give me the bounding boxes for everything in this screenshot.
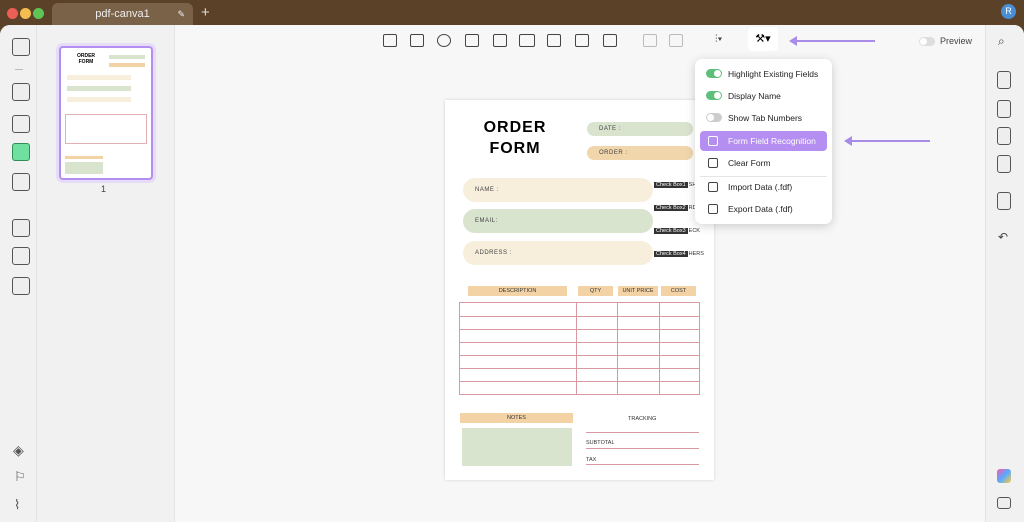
toggle[interactable] — [706, 113, 722, 122]
column-header: DESCRIPTION — [468, 286, 567, 296]
convert-icon[interactable] — [12, 247, 30, 265]
page-number-label: 1 — [101, 184, 106, 194]
toggle[interactable] — [706, 69, 722, 78]
menu-item-form-field-recognition[interactable]: Form Field Recognition — [700, 131, 827, 151]
menu-item-clear-form[interactable]: Clear Form — [700, 153, 827, 173]
page-thumbnail[interactable]: ORDER FORM — [59, 46, 153, 180]
radio-button-tool-icon[interactable] — [437, 34, 451, 47]
signature-tool-icon[interactable] — [603, 34, 617, 47]
new-tab-button[interactable]: + — [201, 4, 210, 21]
form-tools-button[interactable]: ⚒▾ — [748, 27, 778, 51]
items-table — [459, 302, 700, 395]
menu-item-export-data[interactable]: Export Data (.fdf) — [700, 199, 827, 219]
preview-toggle[interactable] — [919, 37, 935, 46]
menu-item-show-tab-numbers[interactable]: Show Tab Numbers — [700, 108, 827, 128]
search-icon[interactable]: ⌕ — [998, 34, 1005, 49]
text-field-tool-icon[interactable] — [383, 34, 397, 47]
save-icon[interactable] — [997, 192, 1011, 210]
email-icon[interactable] — [997, 155, 1011, 173]
ai-assistant-icon[interactable] — [997, 469, 1011, 483]
button-tool-icon[interactable] — [519, 34, 535, 47]
column-header: UNIT PRICE — [618, 286, 658, 296]
tab-title: pdf-canva1 — [95, 8, 149, 20]
menu-item-import-data[interactable]: Import Data (.fdf) — [700, 177, 827, 197]
comment-icon[interactable] — [997, 497, 1011, 509]
subtotal-label: SUBTOTAL — [586, 440, 615, 446]
name-field[interactable]: NAME : — [463, 178, 653, 202]
combo-box-tool-icon[interactable] — [465, 34, 479, 47]
divider — [15, 69, 23, 70]
attachment-icon[interactable]: ⌇ — [14, 497, 20, 513]
notes-field[interactable] — [462, 428, 572, 466]
app-window: ◈ ⚐ ⌇ ORDER FORM 1 ⫶▾ ⚒▾ Preview ORDERFO… — [0, 25, 1024, 522]
duplicate-icon[interactable] — [643, 34, 657, 47]
thumbnail-panel: ORDER FORM 1 — [37, 25, 175, 522]
minimize-window-button[interactable] — [20, 8, 31, 19]
highlighter-icon[interactable] — [12, 83, 30, 101]
compress-icon[interactable] — [12, 277, 30, 295]
ocr-icon[interactable] — [997, 71, 1011, 89]
avatar[interactable]: R — [1001, 4, 1016, 19]
protect-icon[interactable] — [997, 100, 1011, 118]
reader-icon[interactable] — [12, 38, 30, 56]
toggle[interactable] — [706, 91, 722, 100]
sign-icon[interactable] — [12, 173, 30, 191]
form-tools-menu: Highlight Existing Fields Display Name S… — [695, 59, 832, 224]
layers-icon[interactable]: ◈ — [13, 442, 24, 459]
bookmark-icon[interactable]: ⚐ — [14, 469, 26, 485]
document-canvas: ⫶▾ ⚒▾ Preview ORDERFORM DATE : ORDER : N… — [175, 25, 985, 522]
form-title: ORDERFORM — [475, 117, 555, 159]
title-bar: pdf-canva1 ✎ + R — [0, 0, 1024, 26]
tracking-label: TRACKING — [628, 416, 656, 422]
undo-icon[interactable]: ↶ — [998, 230, 1008, 244]
form-icon[interactable] — [12, 143, 30, 161]
date-field[interactable]: DATE : — [587, 122, 693, 136]
menu-item-display-name[interactable]: Display Name — [700, 86, 827, 106]
export-icon — [708, 204, 718, 214]
left-toolbar: ◈ ⚐ ⌇ — [0, 25, 37, 522]
pointer-arrow — [795, 40, 875, 42]
share-icon[interactable] — [997, 127, 1011, 145]
tax-label: TAX — [586, 457, 596, 463]
grid-icon[interactable] — [669, 34, 683, 47]
edit-icon[interactable]: ✎ — [177, 3, 185, 25]
edit-pdf-icon[interactable] — [12, 115, 30, 133]
import-icon — [708, 182, 718, 192]
checkbox-2[interactable]: Check Box2RD — [654, 205, 697, 211]
recognition-icon — [708, 136, 718, 146]
email-field[interactable]: EMAIL: — [463, 209, 653, 233]
maximize-window-button[interactable] — [33, 8, 44, 19]
order-field[interactable]: ORDER : — [587, 146, 693, 160]
checkbox-3[interactable]: Check Box3ECK — [654, 228, 700, 234]
menu-item-highlight-existing-fields[interactable]: Highlight Existing Fields — [700, 64, 827, 84]
address-field[interactable]: ADDRESS : — [463, 241, 653, 265]
list-box-tool-icon[interactable] — [493, 34, 507, 47]
preview-label: Preview — [940, 36, 972, 46]
pointer-arrow — [850, 140, 930, 142]
checkbox-4[interactable]: Check Box4HERS — [654, 251, 704, 257]
pdf-page: ORDERFORM DATE : ORDER : NAME : EMAIL: A… — [445, 100, 714, 480]
document-tab[interactable]: pdf-canva1 ✎ — [52, 3, 193, 26]
close-window-button[interactable] — [7, 8, 18, 19]
column-header: COST — [661, 286, 696, 296]
checkbox-1[interactable]: Check Box1SH — [654, 182, 696, 188]
image-tool-icon[interactable] — [547, 34, 561, 47]
organize-pages-icon[interactable] — [12, 219, 30, 237]
clear-icon — [708, 158, 718, 168]
column-header: QTY — [578, 286, 613, 296]
date-tool-icon[interactable] — [575, 34, 589, 47]
checkbox-tool-icon[interactable] — [410, 34, 424, 47]
notes-label: NOTES — [460, 413, 573, 423]
align-icon[interactable]: ⫶▾ — [715, 34, 722, 45]
right-toolbar: ⌕ ↶ — [985, 25, 1024, 522]
